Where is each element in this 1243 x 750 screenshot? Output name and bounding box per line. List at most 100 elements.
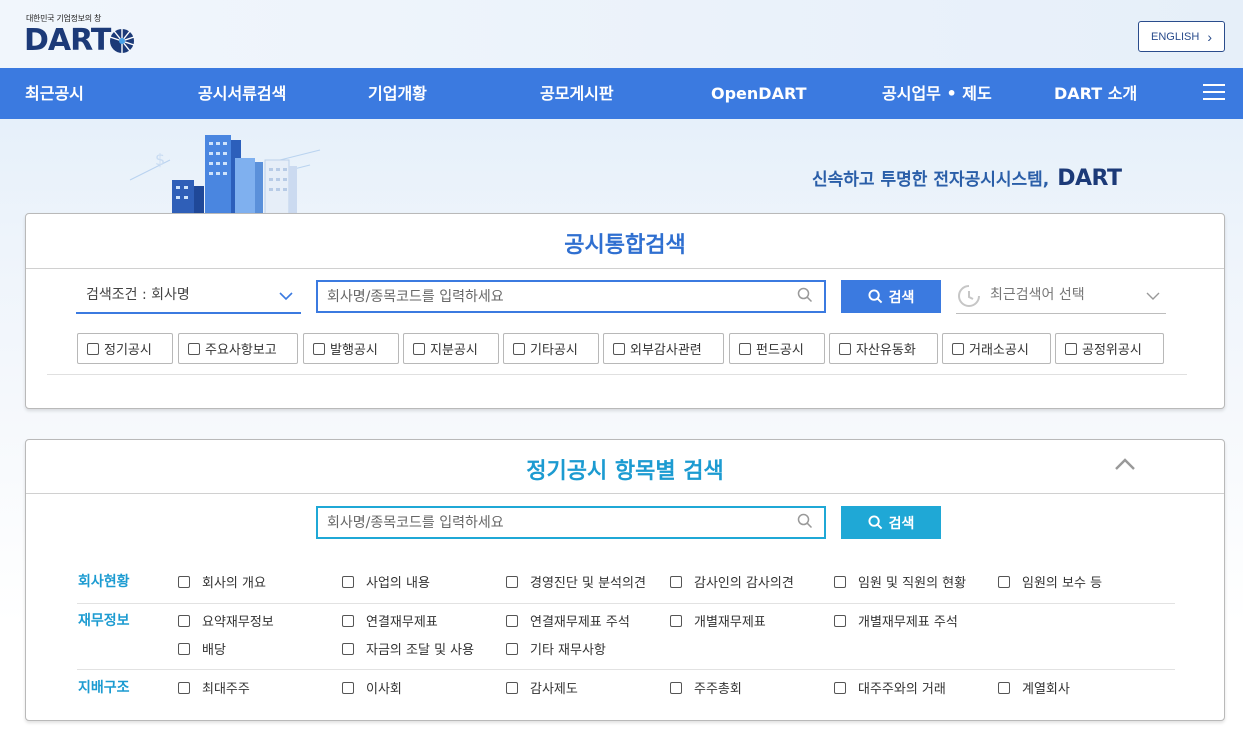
filter-other[interactable]: 기타공시: [503, 333, 599, 364]
item-auditor-opinion[interactable]: 감사인의 감사의견: [670, 572, 794, 591]
checkbox[interactable]: [506, 681, 518, 694]
filter-label: 발행공시: [330, 343, 378, 358]
panel-title: 정기공시 항목별 검색: [526, 459, 724, 484]
checkbox[interactable]: [342, 681, 354, 694]
checkbox[interactable]: [1065, 342, 1077, 355]
filter-securitization[interactable]: 자산유동화: [829, 333, 938, 364]
dart-logo[interactable]: 대한민국 기업정보의 창 DART: [24, 13, 136, 56]
checkbox[interactable]: [834, 681, 846, 694]
checkbox[interactable]: [670, 681, 682, 694]
item-label: 감사인의 감사의견: [694, 576, 794, 591]
filter-label: 펀드공시: [756, 343, 804, 358]
item-label: 감사제도: [530, 682, 578, 697]
checkbox[interactable]: [998, 575, 1010, 588]
recent-search-select[interactable]: 최근검색어 선택: [956, 280, 1166, 314]
filter-external-audit[interactable]: 외부감사관련: [603, 333, 724, 364]
checkbox[interactable]: [839, 342, 851, 355]
item-company-overview[interactable]: 회사의 개요: [178, 572, 266, 591]
city-buildings-illustration: $: [129, 135, 321, 215]
checkbox[interactable]: [513, 342, 525, 355]
checkbox[interactable]: [87, 342, 99, 355]
item-label: 계열회사: [1022, 682, 1070, 697]
item-consolidated-fs[interactable]: 연결재무제표: [342, 611, 438, 630]
nav-item-offering-board[interactable]: 공모게시판: [540, 68, 614, 119]
nav-item-disclosure-system[interactable]: 공시업무 • 제도: [882, 68, 992, 119]
checkbox[interactable]: [670, 575, 682, 588]
search-condition-select[interactable]: 검색조건 : 회사명: [76, 280, 301, 314]
nav-item-opendart[interactable]: OpenDART: [711, 68, 806, 119]
item-largest-shareholder[interactable]: 최대주주: [178, 678, 250, 697]
filter-equity[interactable]: 지분공시: [403, 333, 499, 364]
english-button[interactable]: ENGLISH ›: [1138, 21, 1225, 52]
filter-regular[interactable]: 정기공시: [77, 333, 173, 364]
checkbox[interactable]: [178, 681, 190, 694]
item-major-shareholder-transactions[interactable]: 대주주와의 거래: [834, 678, 946, 697]
search-icon: [868, 289, 882, 304]
checkbox[interactable]: [834, 575, 846, 588]
nav-item-company-overview[interactable]: 기업개황: [368, 68, 427, 119]
item-consolidated-fs-notes[interactable]: 연결재무제표 주석: [506, 611, 630, 630]
checkbox[interactable]: [313, 342, 325, 355]
item-officers-employees[interactable]: 임원 및 직원의 현황: [834, 572, 966, 591]
checkbox[interactable]: [342, 642, 354, 655]
hamburger-icon[interactable]: [1203, 84, 1225, 102]
category-divider: [77, 603, 1175, 604]
chevron-up-icon[interactable]: [1114, 457, 1136, 471]
checkbox[interactable]: [188, 342, 200, 355]
item-board[interactable]: 이사회: [342, 678, 402, 697]
item-separate-fs-notes[interactable]: 개별재무제표 주석: [834, 611, 958, 630]
nav-item-about-dart[interactable]: DART 소개: [1054, 68, 1137, 119]
checkbox[interactable]: [506, 575, 518, 588]
search-icon: [797, 287, 813, 303]
filter-exchange[interactable]: 거래소공시: [942, 333, 1051, 364]
item-label: 주주총회: [694, 682, 742, 697]
category-financial-info: 재무정보: [78, 613, 130, 629]
periodic-search-button[interactable]: 검색: [841, 506, 941, 539]
periodic-search-input[interactable]: [316, 506, 826, 539]
checkbox[interactable]: [178, 642, 190, 655]
integrated-search-button[interactable]: 검색: [841, 280, 941, 313]
item-summary-financial[interactable]: 요약재무정보: [178, 611, 274, 630]
item-fund-raising[interactable]: 자금의 조달 및 사용: [342, 639, 474, 658]
nav-item-recent[interactable]: 최근공시: [25, 68, 84, 119]
item-audit-system[interactable]: 감사제도: [506, 678, 578, 697]
filter-label: 공정위공시: [1082, 343, 1142, 358]
filter-major-report[interactable]: 주요사항보고: [178, 333, 298, 364]
checkbox[interactable]: [613, 342, 625, 355]
filter-fair-trade[interactable]: 공정위공시: [1055, 333, 1164, 364]
checkbox[interactable]: [413, 342, 425, 355]
search-icon: [868, 515, 882, 530]
item-shareholders-meeting[interactable]: 주주총회: [670, 678, 742, 697]
item-other-financial[interactable]: 기타 재무사항: [506, 639, 606, 658]
filter-issuance[interactable]: 발행공시: [303, 333, 399, 364]
checkbox[interactable]: [342, 614, 354, 627]
item-label: 최대주주: [202, 682, 250, 697]
checkbox[interactable]: [342, 575, 354, 588]
item-dividends[interactable]: 배당: [178, 639, 226, 658]
item-label: 배당: [202, 643, 226, 658]
checkbox[interactable]: [506, 614, 518, 627]
checkbox[interactable]: [506, 642, 518, 655]
hero-slogan: 신속하고 투명한 전자공시시스템, DART: [812, 165, 1122, 191]
item-separate-fs[interactable]: 개별재무제표: [670, 611, 766, 630]
checkbox[interactable]: [739, 342, 751, 355]
search-button-label: 검색: [888, 289, 915, 306]
checkbox[interactable]: [670, 614, 682, 627]
checkbox[interactable]: [178, 614, 190, 627]
filter-fund[interactable]: 펀드공시: [729, 333, 825, 364]
search-condition-value: 검색조건 : 회사명: [86, 287, 190, 303]
item-management-analysis[interactable]: 경영진단 및 분석의견: [506, 572, 646, 591]
item-label: 개별재무제표: [694, 615, 766, 630]
checkbox[interactable]: [834, 614, 846, 627]
logo-burst-icon: [110, 29, 135, 53]
checkbox[interactable]: [952, 342, 964, 355]
item-officer-compensation[interactable]: 임원의 보수 등: [998, 572, 1102, 591]
item-business-content[interactable]: 사업의 내용: [342, 572, 430, 591]
integrated-search-input[interactable]: [316, 280, 826, 313]
chevron-right-icon: ›: [1207, 28, 1212, 45]
checkbox[interactable]: [178, 575, 190, 588]
nav-item-document-search[interactable]: 공시서류검색: [198, 68, 286, 119]
filter-label: 외부감사관련: [630, 343, 702, 358]
item-affiliates[interactable]: 계열회사: [998, 678, 1070, 697]
checkbox[interactable]: [998, 681, 1010, 694]
